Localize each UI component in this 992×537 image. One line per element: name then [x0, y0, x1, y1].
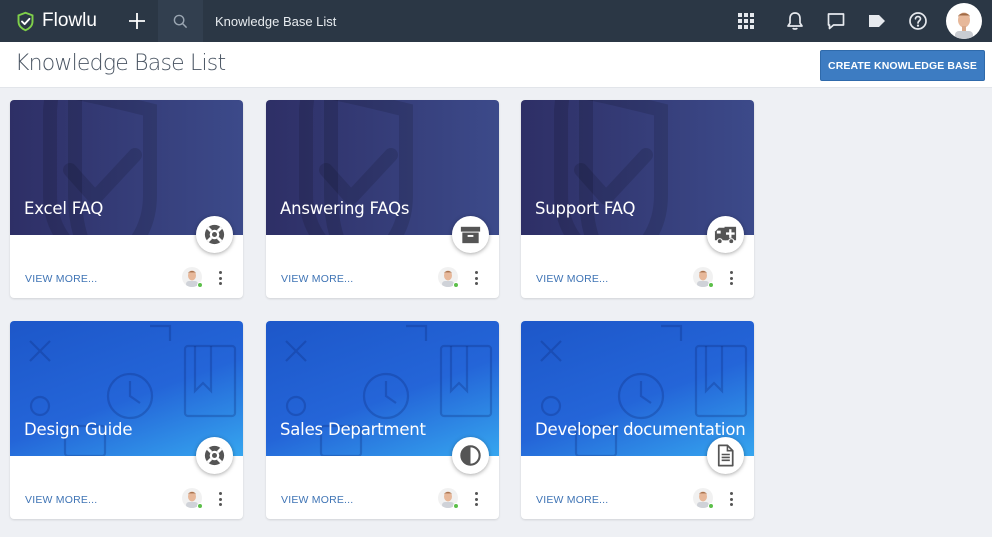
search-button[interactable] — [158, 0, 203, 42]
view-more-link[interactable]: VIEW MORE... — [25, 494, 97, 506]
online-status-indicator — [197, 282, 203, 288]
logo-shield-icon — [17, 11, 34, 31]
card-banner[interactable]: Sales Department — [266, 321, 499, 456]
more-dots-icon — [474, 492, 478, 495]
owner-avatar[interactable] — [182, 267, 203, 288]
create-knowledge-base-button[interactable]: CREATE KNOWLEDGE BASE — [820, 50, 985, 81]
tags-button[interactable] — [856, 0, 897, 42]
view-more-link[interactable]: VIEW MORE... — [536, 494, 608, 506]
view-more-link[interactable]: VIEW MORE... — [281, 273, 353, 285]
owner-avatar[interactable] — [182, 488, 203, 509]
online-status-indicator — [197, 503, 203, 509]
online-status-indicator — [708, 282, 714, 288]
card-banner[interactable]: Developer documentation — [521, 321, 754, 456]
messages-button[interactable] — [815, 0, 856, 42]
view-more-link[interactable]: VIEW MORE... — [281, 494, 353, 506]
card-badge — [707, 437, 744, 474]
ambulance-icon — [714, 226, 737, 245]
app-logo[interactable]: Flowlu — [0, 0, 116, 42]
card-title[interactable]: Support FAQ — [535, 199, 635, 218]
chat-icon — [827, 13, 844, 30]
contrast-icon — [460, 445, 481, 466]
view-more-link[interactable]: VIEW MORE... — [536, 273, 608, 285]
add-button[interactable] — [116, 0, 158, 42]
card-title[interactable]: Sales Department — [280, 420, 426, 439]
knowledge-base-card[interactable]: Developer documentation VIEW MORE... — [521, 321, 754, 519]
top-bar: Flowlu Knowledge Base List — [0, 0, 992, 42]
card-banner[interactable]: Support FAQ — [521, 100, 754, 235]
card-menu-button[interactable] — [726, 271, 736, 285]
card-banner[interactable]: Excel FAQ — [10, 100, 243, 235]
card-title[interactable]: Excel FAQ — [24, 199, 103, 218]
help-icon — [908, 12, 927, 30]
card-title[interactable]: Answering FAQs — [280, 199, 409, 218]
knowledge-base-card[interactable]: Excel FAQ VIEW MORE... — [10, 100, 243, 298]
card-menu-button[interactable] — [215, 271, 225, 285]
app-name: Flowlu — [42, 10, 97, 31]
page-title: Knowledge Base List — [15, 51, 226, 76]
more-dots-icon — [218, 271, 222, 274]
owner-avatar[interactable] — [693, 267, 714, 288]
owner-avatar[interactable] — [693, 488, 714, 509]
archive-icon — [460, 226, 481, 244]
help-button[interactable] — [897, 0, 938, 42]
more-dots-icon — [218, 492, 222, 495]
search-icon — [173, 14, 188, 28]
user-photo-icon — [955, 12, 973, 39]
card-menu-button[interactable] — [471, 271, 481, 285]
knowledge-base-card[interactable]: Sales Department VIEW MORE... — [266, 321, 499, 519]
card-banner[interactable]: Answering FAQs — [266, 100, 499, 235]
plus-icon — [129, 13, 145, 29]
card-badge — [452, 437, 489, 474]
apps-button[interactable] — [725, 0, 766, 42]
card-banner[interactable]: Design Guide — [10, 321, 243, 456]
more-dots-icon — [729, 271, 733, 274]
card-title[interactable]: Developer documentation — [535, 420, 746, 439]
lifebuoy-icon — [204, 445, 225, 466]
online-status-indicator — [453, 503, 459, 509]
knowledge-base-card[interactable]: Support FAQ VIEW MORE... — [521, 100, 754, 298]
card-title[interactable]: Design Guide — [24, 420, 132, 439]
more-dots-icon — [729, 492, 733, 495]
owner-avatar[interactable] — [438, 488, 459, 509]
owner-avatar[interactable] — [438, 267, 459, 288]
knowledge-base-card[interactable]: Design Guide VIEW MORE... — [10, 321, 243, 519]
user-avatar[interactable] — [946, 3, 982, 39]
tag-icon — [868, 15, 885, 27]
search-input[interactable]: Knowledge Base List — [203, 0, 523, 42]
card-menu-button[interactable] — [215, 492, 225, 506]
card-menu-button[interactable] — [726, 492, 736, 506]
knowledge-base-card[interactable]: Answering FAQs VIEW MORE... — [266, 100, 499, 298]
page-header: Knowledge Base List CREATE KNOWLEDGE BAS… — [0, 42, 992, 88]
grid-icon — [737, 13, 754, 29]
card-badge — [196, 216, 233, 253]
document-icon — [717, 444, 734, 467]
online-status-indicator — [708, 503, 714, 509]
more-dots-icon — [474, 271, 478, 274]
card-badge — [452, 216, 489, 253]
view-more-link[interactable]: VIEW MORE... — [25, 273, 97, 285]
bell-icon — [786, 12, 803, 30]
card-badge — [196, 437, 233, 474]
online-status-indicator — [453, 282, 459, 288]
notifications-button[interactable] — [774, 0, 815, 42]
card-menu-button[interactable] — [471, 492, 481, 506]
card-badge — [707, 216, 744, 253]
lifebuoy-icon — [204, 224, 225, 245]
